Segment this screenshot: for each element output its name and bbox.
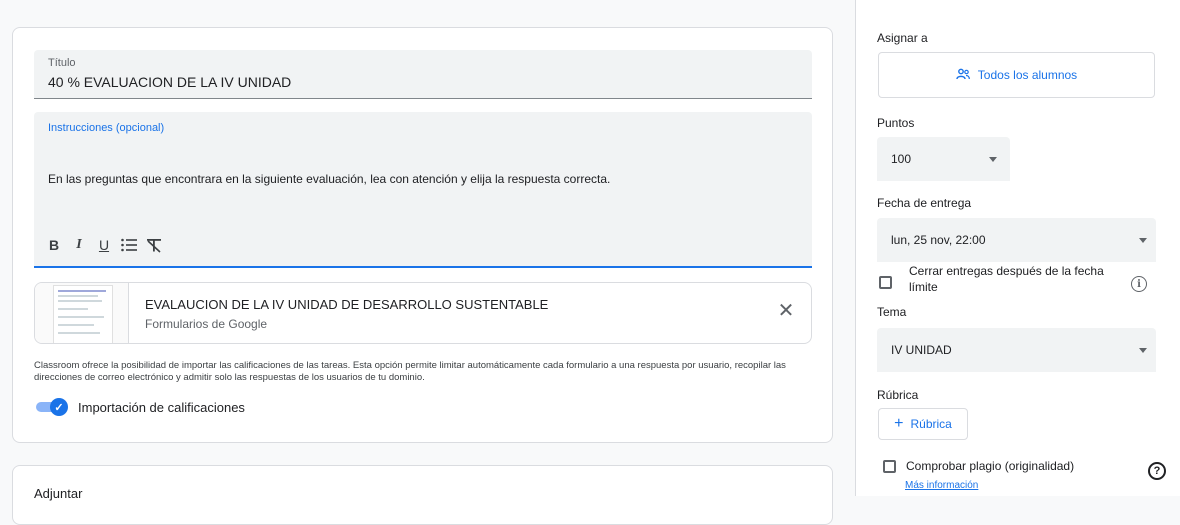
attachment-title[interactable]: EVALAUCION DE LA IV UNIDAD DE DESARROLLO… [145, 297, 548, 312]
plagiarism-checkbox[interactable] [883, 460, 896, 473]
underline-button[interactable]: U [92, 233, 116, 257]
attachment-subtitle: Formularios de Google [145, 317, 268, 331]
points-select[interactable]: 100 [877, 137, 1010, 181]
bulleted-list-button[interactable] [117, 233, 141, 257]
title-input[interactable]: 40 % EVALUACION DE LA IV UNIDAD [48, 74, 291, 90]
attach-card: Adjuntar [12, 465, 833, 525]
attach-label: Adjuntar [34, 486, 83, 501]
close-submissions-label: Cerrar entregas después de la fecha lími… [909, 264, 1104, 294]
clear-format-icon [147, 239, 161, 253]
add-rubric-button[interactable]: + Rúbrica [878, 408, 968, 440]
due-date-label: Fecha de entrega [877, 196, 972, 210]
clear-format-button[interactable] [142, 233, 166, 257]
instructions-label: Instrucciones (opcional) [48, 122, 165, 134]
points-value: 100 [891, 152, 912, 166]
assign-label: Asignar a [877, 31, 928, 45]
topic-label: Tema [877, 305, 907, 319]
assign-value: Todos los alumnos [977, 68, 1078, 82]
form-attachment[interactable]: EVALAUCION DE LA IV UNIDAD DE DESARROLLO… [34, 282, 812, 344]
people-icon [956, 68, 970, 83]
main-area: Título 40 % EVALUACION DE LA IV UNIDAD I… [0, 0, 855, 525]
instructions-field[interactable]: Instrucciones (opcional) En las pregunta… [34, 112, 812, 268]
help-icon[interactable]: ? [1148, 462, 1166, 480]
assignment-card: Título 40 % EVALUACION DE LA IV UNIDAD I… [12, 27, 833, 443]
chevron-down-icon [989, 157, 997, 162]
due-date-select[interactable]: lun, 25 nov, 22:00 [877, 218, 1156, 262]
form-thumbnail [35, 283, 129, 343]
points-label: Puntos [877, 116, 915, 130]
topic-select[interactable]: IV UNIDAD [877, 328, 1156, 372]
settings-sidebar: Asignar a Todos los alumnos Puntos 100 F… [855, 0, 1180, 496]
close-submissions-checkbox[interactable] [879, 276, 892, 289]
chevron-down-icon [1139, 348, 1147, 353]
bulleted-list-icon [121, 238, 137, 252]
grade-import-note: Classroom ofrece la posibilidad de impor… [34, 360, 786, 383]
format-toolbar: B I U [42, 232, 167, 258]
more-info-link[interactable]: Más información [905, 480, 978, 491]
chevron-down-icon [1139, 238, 1147, 243]
due-date-value: lun, 25 nov, 22:00 [891, 233, 986, 247]
check-icon: ✓ [50, 398, 68, 416]
plus-icon: + [894, 415, 904, 432]
topic-value: IV UNIDAD [891, 343, 952, 357]
bold-button[interactable]: B [42, 233, 66, 257]
instructions-input[interactable]: En las preguntas que encontrara en la si… [48, 172, 610, 186]
info-icon[interactable]: i [1131, 276, 1147, 292]
rubric-button-label: Rúbrica [910, 417, 952, 431]
assign-students-button[interactable]: Todos los alumnos [878, 52, 1155, 98]
rubric-label: Rúbrica [877, 388, 919, 402]
grade-import-label: Importación de calificaciones [78, 399, 245, 415]
grade-import-row: ✓ Importación de calificaciones [34, 398, 245, 416]
close-icon[interactable]: ✕ [775, 299, 797, 322]
title-label: Título [48, 57, 76, 69]
grade-import-toggle[interactable]: ✓ [34, 398, 70, 416]
italic-button[interactable]: I [67, 233, 91, 257]
form-thumbnail-image [53, 285, 113, 343]
title-field[interactable]: Título 40 % EVALUACION DE LA IV UNIDAD [34, 50, 812, 99]
plagiarism-label: Comprobar plagio (originalidad) [906, 459, 1075, 473]
